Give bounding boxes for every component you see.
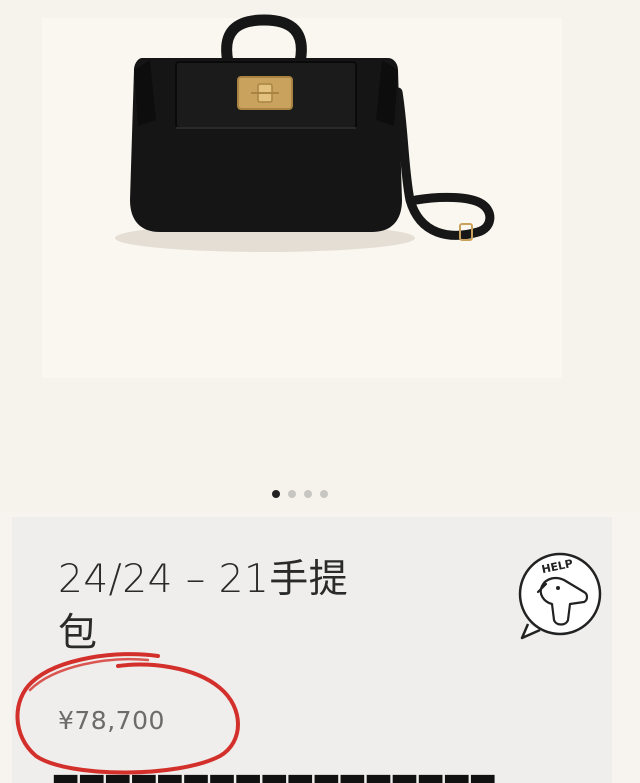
product-image-area: [0, 0, 640, 512]
carousel-dot[interactable]: [320, 490, 328, 498]
product-page: 24/24 – 21手提 包 HELP ¥78,700 ▆▆▆▆▆▆▆▆▆▆▆▆…: [0, 0, 640, 783]
caption-text: ▆▆▆▆▆▆▆▆▆▆▆▆▆▆▆▆▆: [54, 770, 497, 783]
product-title-line2: 包: [58, 611, 98, 656]
bag-strap: [393, 87, 495, 240]
bag-handle: [221, 14, 307, 68]
product-image[interactable]: [0, 0, 640, 512]
product-title: 24/24 – 21手提 包: [58, 553, 458, 661]
carousel-dot[interactable]: [304, 490, 312, 498]
caption-strip: ▆▆▆▆▆▆▆▆▆▆▆▆▆▆▆▆▆: [40, 770, 585, 783]
carousel-dots: [272, 490, 328, 498]
carousel-dot[interactable]: [288, 490, 296, 498]
product-price: ¥78,700: [58, 706, 165, 735]
carousel-dot-active[interactable]: [272, 490, 280, 498]
help-dog-icon[interactable]: HELP: [512, 546, 608, 642]
product-title-line1: 24/24 – 21手提: [58, 557, 349, 602]
